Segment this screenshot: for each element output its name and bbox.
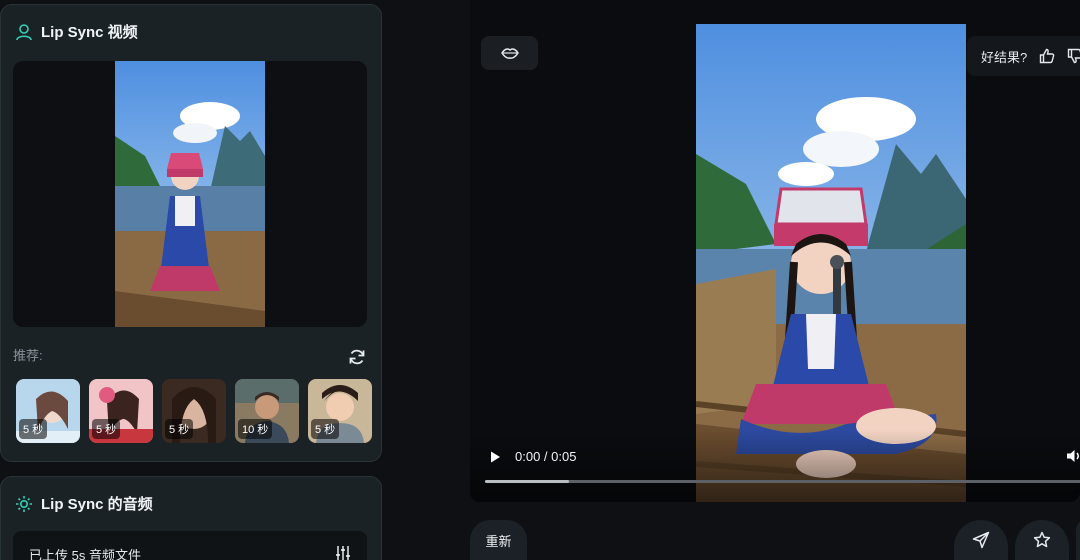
thumbnail-duration: 5 秒 [311,419,340,439]
video-panel-header: Lip Sync 视频 [15,21,138,42]
lips-icon [500,48,519,59]
audio-panel-title: Lip Sync 的音频 [41,496,153,513]
thumbnail-item[interactable]: 10 秒 [235,379,299,443]
audio-panel-header: Lip Sync 的音频 [15,493,153,514]
thumbnail-item[interactable]: 5 秒 [162,379,226,443]
thumbnail-duration: 10 秒 [238,419,273,439]
thumbnail-item[interactable]: 5 秒 [16,379,80,443]
page: Lip Sync 视频 推荐: 5 秒 5 秒 5 秒 10 秒 5 秒 Lip… [0,0,1080,560]
thumbnail-duration: 5 秒 [92,419,121,439]
thumbs-down-icon[interactable] [1067,48,1080,64]
result-video-player[interactable]: 好结果? 0:00 / 0:05 [470,0,1080,502]
send-button[interactable] [954,520,1008,560]
more-button[interactable] [1076,520,1080,560]
feedback-prompt: 好结果? [981,49,1028,65]
refresh-icon[interactable] [347,347,367,367]
thumbnail-duration: 5 秒 [19,419,48,439]
volume-icon[interactable] [1066,448,1080,464]
video-panel-title: Lip Sync 视频 [41,24,138,41]
source-video-image [115,61,265,327]
play-icon[interactable] [488,450,502,464]
thumbnail-item[interactable]: 5 秒 [89,379,153,443]
audio-wave-icon [16,495,32,512]
lip-sync-audio-panel: Lip Sync 的音频 已上传 5s 音频文件 [0,476,382,560]
source-video-preview[interactable] [13,61,367,327]
video-time: 0:00 / 0:05 [515,449,577,464]
video-progress-fill [485,480,569,483]
audio-file-status: 已上传 5s 音频文件 [29,548,141,560]
recommend-label: 推荐: [13,348,43,363]
video-controls: 0:00 / 0:05 [470,430,1080,502]
video-progress-bar[interactable] [485,480,1080,483]
thumbnail-duration: 5 秒 [165,419,194,439]
lip-sync-toggle-button[interactable] [481,36,538,70]
user-icon [16,23,32,40]
uploaded-audio-file[interactable]: 已上传 5s 音频文件 [13,531,367,560]
star-icon [1033,531,1051,548]
thumbs-up-icon[interactable] [1039,48,1055,64]
send-icon [972,531,990,549]
regenerate-button[interactable]: 重新 [470,520,527,560]
lip-sync-video-panel: Lip Sync 视频 推荐: 5 秒 5 秒 5 秒 10 秒 5 秒 [0,4,382,462]
feedback-bar: 好结果? [967,36,1080,76]
recommended-thumbnails: 5 秒 5 秒 5 秒 10 秒 5 秒 [16,379,372,443]
favorite-button[interactable] [1015,520,1069,560]
thumbnail-item[interactable]: 5 秒 [308,379,372,443]
equalizer-icon[interactable] [335,545,351,560]
